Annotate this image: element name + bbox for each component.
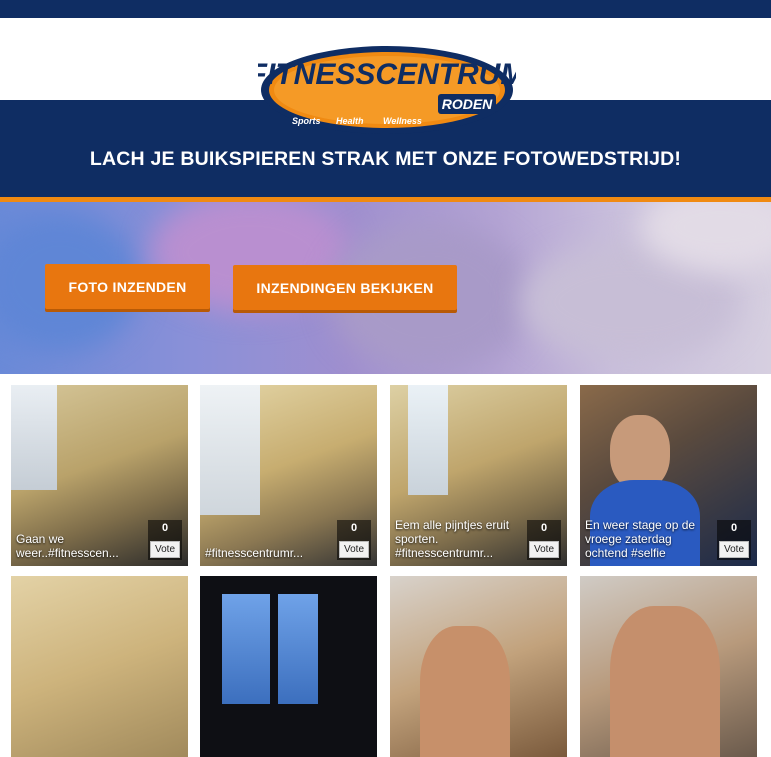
fitnesscentrum-logo[interactable]: FITNESSCENTRUM RODEN Sports Health Welln…: [258, 42, 516, 142]
window-shape: [278, 594, 318, 704]
entry-tile[interactable]: #fitnesscentrumr... 0 Vote: [200, 385, 377, 566]
vote-box: 0 Vote: [337, 520, 371, 560]
logo-tagline-wellness: Wellness: [383, 116, 422, 126]
logo-town: RODEN: [442, 96, 493, 112]
person-shape: [420, 626, 510, 757]
entry-tile[interactable]: Gaan we weer..#fitnesscen... 0 Vote: [11, 385, 188, 566]
vote-button[interactable]: Vote: [529, 541, 559, 558]
logo-name: FITNESSCENTRUM: [258, 58, 516, 91]
vote-button[interactable]: Vote: [719, 541, 749, 558]
vote-box: 0 Vote: [148, 520, 182, 560]
entry-tile[interactable]: En weer stage op de vroege zaterdag ocht…: [580, 385, 757, 566]
vote-count: 0: [540, 522, 548, 534]
logo-tagline-health: Health: [336, 116, 364, 126]
person-shape: [610, 415, 670, 490]
window-shape: [11, 385, 57, 490]
top-bar: [0, 0, 771, 18]
window-shape: [200, 385, 260, 515]
vote-box: 0 Vote: [527, 520, 561, 560]
logo-tagline-sports: Sports: [292, 116, 321, 126]
vote-count: 0: [350, 522, 358, 534]
person-shape: [610, 606, 720, 757]
entry-caption: Gaan we weer..#fitnesscen...: [16, 532, 119, 560]
entries-grid: Gaan we weer..#fitnesscen... 0 Vote #fit…: [0, 374, 771, 757]
entry-tile[interactable]: [11, 576, 188, 757]
entry-caption: #fitnesscentrumr...: [205, 546, 304, 560]
entry-photo: [11, 576, 188, 757]
vote-button[interactable]: Vote: [339, 541, 369, 558]
entry-tile[interactable]: [580, 576, 757, 757]
view-entries-button[interactable]: INZENDINGEN BEKIJKEN: [233, 265, 457, 310]
vote-box: 0 Vote: [717, 520, 751, 560]
submit-photo-button[interactable]: FOTO INZENDEN: [45, 264, 210, 309]
window-shape: [408, 385, 448, 495]
entry-tile[interactable]: [200, 576, 377, 757]
vote-button[interactable]: Vote: [150, 541, 180, 558]
hero-banner: FOTO INZENDEN INZENDINGEN BEKIJKEN: [0, 202, 771, 374]
vote-count: 0: [730, 522, 738, 534]
entry-caption: Eem alle pijntjes eruit sporten. #fitnes…: [395, 518, 510, 560]
page-headline: LACH JE BUIKSPIEREN STRAK MET ONZE FOTOW…: [89, 148, 682, 170]
entry-tile[interactable]: Eem alle pijntjes eruit sporten. #fitnes…: [390, 385, 567, 566]
window-shape: [222, 594, 270, 704]
entry-tile[interactable]: [390, 576, 567, 757]
entry-caption: En weer stage op de vroege zaterdag ocht…: [585, 518, 696, 560]
vote-count: 0: [161, 522, 169, 534]
